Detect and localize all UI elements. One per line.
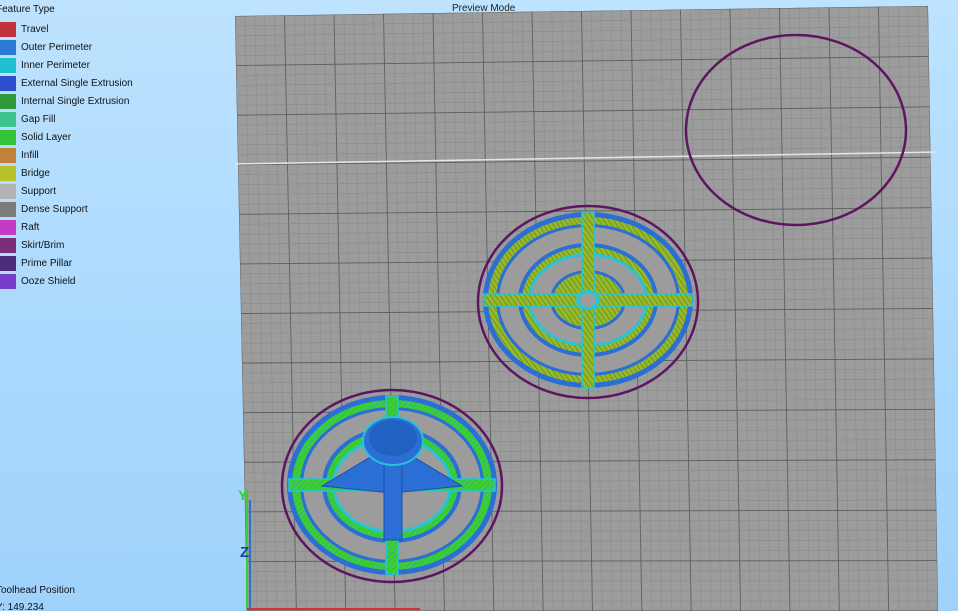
legend-swatch [0,166,16,181]
legend-item-label: Gap Fill [21,114,55,125]
legend-item-label: Skirt/Brim [21,240,64,251]
legend-item-label: Dense Support [21,204,88,215]
legend-item-outer-perimeter[interactable]: Outer Perimeter [0,39,196,55]
legend-item-label: Solid Layer [21,132,71,143]
legend-item-label: Outer Perimeter [21,42,92,53]
toolhead-position-value: Y: 149.234 [0,602,44,613]
legend-item-raft[interactable]: Raft [0,219,196,235]
legend-item-external-single-extrusion[interactable]: External Single Extrusion [0,75,196,91]
legend-item-solid-layer[interactable]: Solid Layer [0,129,196,145]
legend-item-label: Raft [21,222,39,233]
legend-swatch [0,220,16,235]
legend-item-prime-pillar[interactable]: Prime Pillar [0,255,196,271]
legend-item-dense-support[interactable]: Dense Support [0,201,196,217]
model-bottom-left [282,390,502,582]
legend-item-gap-fill[interactable]: Gap Fill [0,111,196,127]
legend-item-label: Travel [21,24,48,35]
model-center [478,206,698,398]
legend-swatch [0,238,16,253]
legend-item-label: Ooze Shield [21,276,75,287]
legend-swatch [0,94,16,109]
axis-y-label: Y [238,487,248,503]
legend-swatch [0,202,16,217]
legend-item-infill[interactable]: Infill [0,147,196,163]
legend-swatch [0,22,16,37]
legend-swatch [0,58,16,73]
legend-item-support[interactable]: Support [0,183,196,199]
legend-item-bridge[interactable]: Bridge [0,165,196,181]
legend-swatch [0,76,16,91]
legend-item-internal-single-extrusion[interactable]: Internal Single Extrusion [0,93,196,109]
legend-item-inner-perimeter[interactable]: Inner Perimeter [0,57,196,73]
legend-item-travel[interactable]: Travel [0,21,196,37]
legend-item-label: Inner Perimeter [21,60,90,71]
legend-item-skirt-brim[interactable]: Skirt/Brim [0,237,196,253]
preview-viewport[interactable]: Y Z Preview Mode Feature Type Travel Out… [0,0,958,611]
legend-item-label: Support [21,186,56,197]
legend-swatch [0,184,16,199]
legend-swatch [0,130,16,145]
legend-title: Feature Type [0,4,55,15]
scene-canvas[interactable]: Y Z [0,0,958,611]
preview-mode-label: Preview Mode [452,3,515,14]
axis-z-label: Z [240,544,249,561]
legend-item-label: Internal Single Extrusion [21,96,129,107]
legend-swatch [0,256,16,271]
legend-swatch [0,148,16,163]
toolhead-position-title: Toolhead Position [0,585,75,596]
legend-item-label: Bridge [21,168,50,179]
legend-item-label: External Single Extrusion [21,78,133,89]
legend-item-label: Prime Pillar [21,258,72,269]
legend-swatch [0,274,16,289]
legend-item-ooze-shield[interactable]: Ooze Shield [0,273,196,289]
legend-swatch [0,112,16,127]
legend-swatch [0,40,16,55]
legend-item-label: Infill [21,150,39,161]
